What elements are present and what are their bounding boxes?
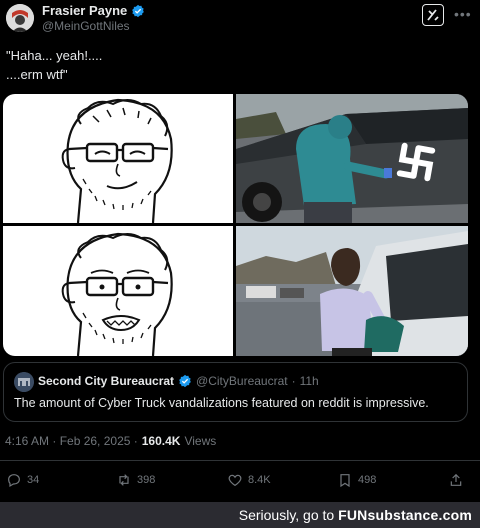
photo-cybertruck-vandal[interactable] — [236, 94, 468, 223]
repost-icon — [119, 474, 129, 486]
share-icon — [450, 473, 462, 486]
like-count: 8.4K — [248, 474, 271, 486]
site-footer-banner[interactable]: Seriously, go to FUNsubstance.com — [0, 502, 480, 528]
repost-count: 398 — [137, 474, 156, 486]
views-label: Views — [184, 434, 217, 448]
reply-icon — [8, 474, 20, 488]
share-button[interactable] — [448, 472, 464, 488]
author-handle[interactable]: @MeinGottNiles — [42, 19, 130, 33]
meme-panel-smiling-wojak[interactable] — [3, 94, 233, 223]
bookmark-count: 498 — [358, 474, 377, 486]
post-meta: 4:16 AM · Feb 26, 2025 · 160.4K Views — [5, 434, 216, 448]
media-grid[interactable] — [3, 94, 468, 356]
quoted-post-time[interactable]: 11h — [300, 374, 319, 388]
divider — [0, 460, 480, 461]
footer-brand[interactable]: FUNsubstance.com — [338, 507, 472, 523]
bookmark-button[interactable]: 498 — [337, 472, 376, 488]
bookmark-icon — [340, 474, 350, 488]
verified-badge-icon — [179, 374, 191, 388]
footer-prefix: Seriously, go to — [238, 507, 335, 523]
post-header: Frasier Payne @MeinGottNiles ••• — [0, 0, 480, 40]
post-text-line: ....erm wtf" — [6, 67, 68, 82]
heart-icon — [228, 474, 242, 487]
more-options-icon[interactable]: ••• — [454, 6, 472, 22]
post-text: "Haha... yeah!.... ....erm wtf" — [6, 46, 102, 84]
action-bar: 34 398 8.4K 498 — [0, 472, 480, 494]
reply-button[interactable]: 34 — [6, 472, 39, 488]
grok-icon[interactable] — [422, 4, 444, 26]
footer-text: Seriously, go to FUNsubstance.com — [239, 507, 472, 523]
verified-badge-icon — [132, 4, 145, 17]
quoted-separator: · — [291, 374, 296, 388]
repost-button[interactable]: 398 — [116, 472, 155, 488]
photo-man-at-cybertruck[interactable] — [236, 226, 468, 356]
reply-count: 34 — [27, 474, 40, 486]
quoted-author-row: Second City Bureaucrat @CityBureaucrat ·… — [38, 374, 319, 388]
post-timestamp[interactable]: 4:16 AM · Feb 26, 2025 · — [5, 434, 138, 448]
author-display-name[interactable]: Frasier Payne — [42, 3, 127, 18]
author-avatar[interactable] — [6, 4, 34, 32]
quoted-post-text: The amount of Cyber Truck vandalizations… — [14, 396, 429, 410]
post-text-line: "Haha... yeah!.... — [6, 48, 103, 63]
quoted-author-handle[interactable]: @CityBureaucrat — [196, 374, 288, 388]
quoted-author-avatar[interactable] — [14, 372, 34, 392]
author-name-row: Frasier Payne — [42, 3, 145, 18]
like-button[interactable]: 8.4K — [227, 472, 271, 488]
quoted-author-name[interactable]: Second City Bureaucrat — [38, 374, 174, 388]
quoted-post-card[interactable]: Second City Bureaucrat @CityBureaucrat ·… — [3, 362, 468, 422]
meme-panel-shocked-wojak[interactable] — [3, 226, 233, 356]
views-count[interactable]: 160.4K — [142, 434, 181, 448]
